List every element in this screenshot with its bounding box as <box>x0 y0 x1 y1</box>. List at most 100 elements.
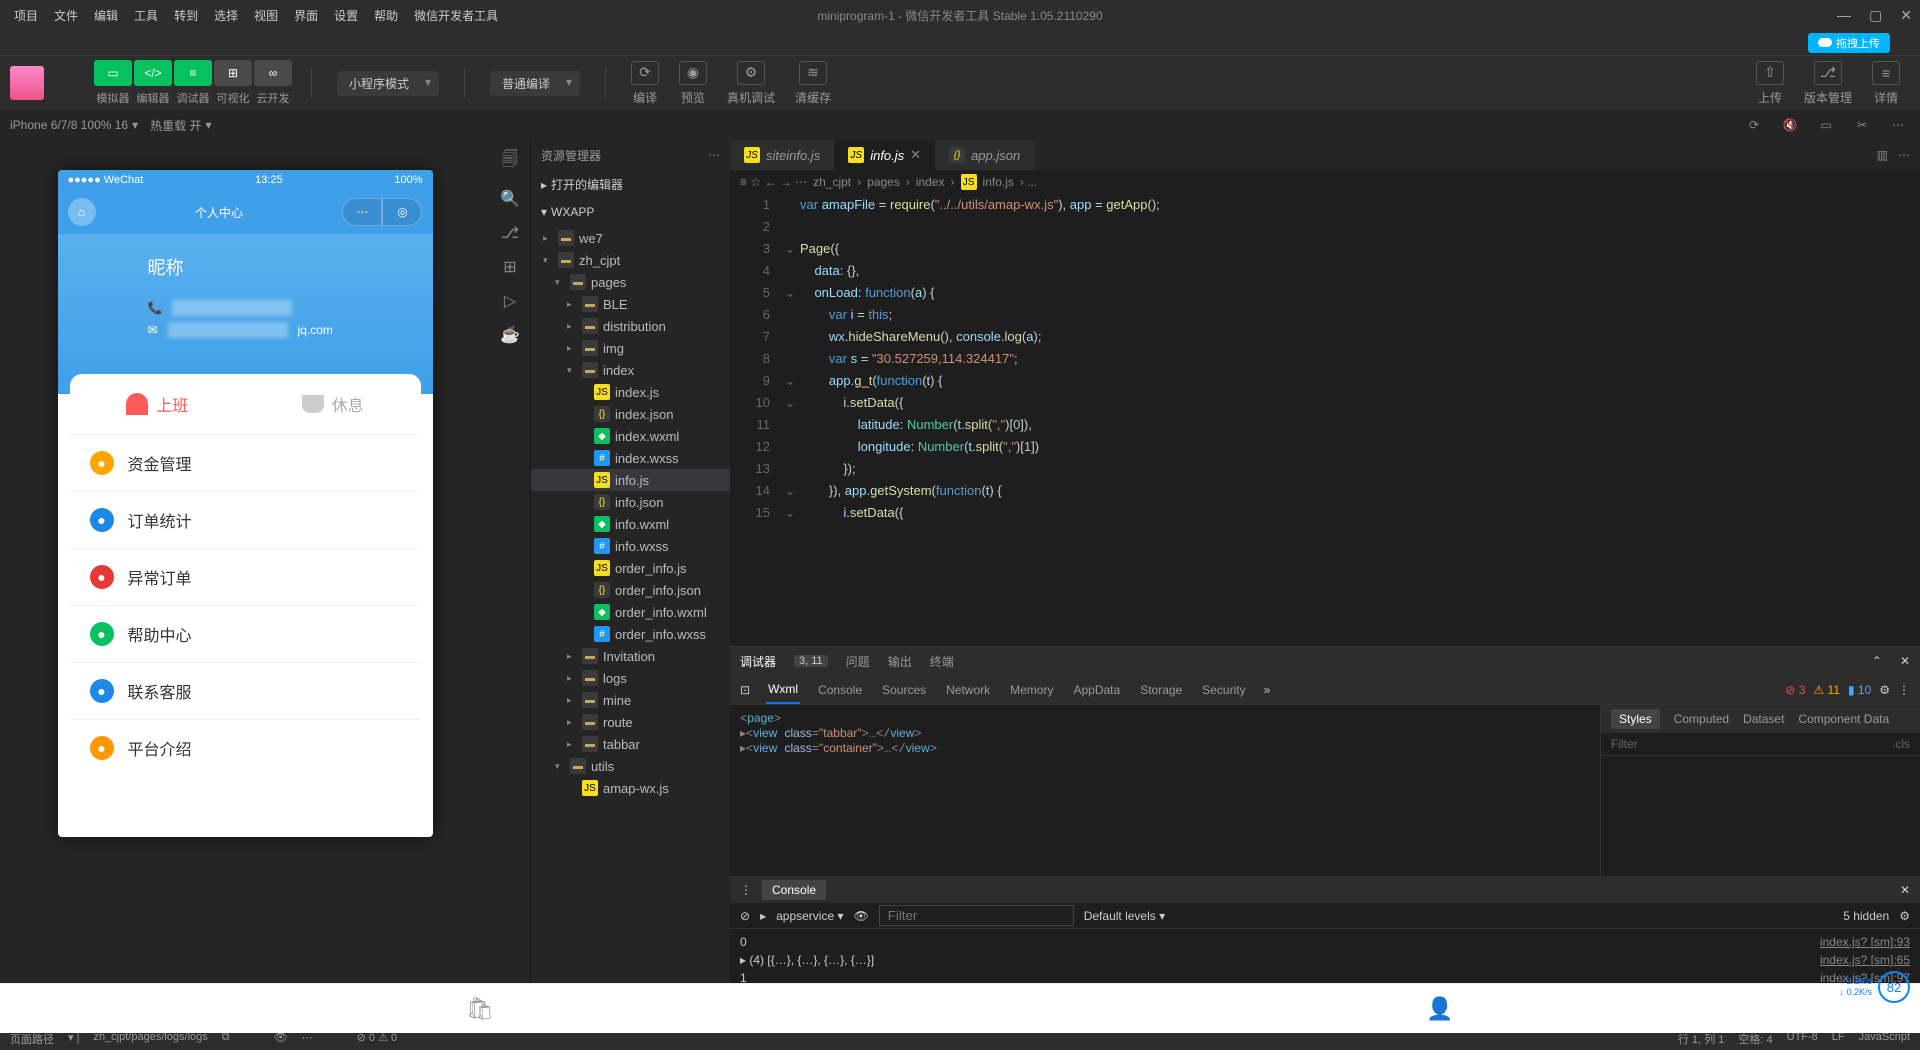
tree-item[interactable]: ▸▬mine <box>531 689 730 711</box>
tree-item[interactable]: {}info.json <box>531 491 730 513</box>
menu-tool[interactable]: 工具 <box>128 3 164 28</box>
menu-settings[interactable]: 设置 <box>328 3 364 28</box>
list-item[interactable]: ●联系客服 <box>70 662 421 719</box>
clear-cache-icon[interactable]: ≋ <box>799 61 827 85</box>
compile-select[interactable]: 普通编译 <box>490 71 580 96</box>
console-row[interactable]: ▸ (4) [{…}, {…}, {…}, {…}]index.js? [sm]… <box>740 951 1910 969</box>
devtools-storage[interactable]: Storage <box>1138 677 1184 703</box>
menu-select[interactable]: 选择 <box>208 3 244 28</box>
console-context[interactable]: appservice ▾ <box>776 909 843 923</box>
breadcrumb[interactable]: ≡ ☆ ← → ⋯ zh_cjpt › pages › index › JS i… <box>730 170 1920 194</box>
panel-close-icon[interactable]: ✕ <box>1900 654 1910 668</box>
refresh-icon[interactable]: ⟳ <box>1742 115 1766 135</box>
debugger-tab[interactable]: 调试器 <box>740 653 776 670</box>
tab-close-icon[interactable]: ✕ <box>910 147 921 163</box>
tree-item[interactable]: JSinfo.js <box>531 469 730 491</box>
capsule-close-icon[interactable]: ◎ <box>382 198 422 226</box>
cloud-button[interactable]: ∞ <box>254 60 292 86</box>
tree-item[interactable]: ▸▬img <box>531 337 730 359</box>
component-data-tab[interactable]: Component Data <box>1798 712 1889 726</box>
devtools-menu-icon[interactable]: ⋮ <box>1898 683 1910 697</box>
more-icon[interactable]: ⋯ <box>1886 115 1910 135</box>
visualize-button[interactable]: ⊞ <box>214 60 252 86</box>
menu-ui[interactable]: 界面 <box>288 3 324 28</box>
performance-widget[interactable]: ↑ 2.1K/s↓ 0.2K/s 82 <box>1839 971 1910 1003</box>
tree-item[interactable]: ▸▬logs <box>531 667 730 689</box>
styles-filter[interactable]: Filter <box>1611 737 1638 751</box>
console-row[interactable]: 0index.js? [sm]:93 <box>740 933 1910 951</box>
cls-toggle[interactable]: .cls <box>1892 737 1910 751</box>
files-icon[interactable]: 🗐 <box>502 148 518 175</box>
problems-tab[interactable]: 问题 <box>846 653 870 670</box>
tab-work[interactable]: 上班 <box>70 374 246 434</box>
list-item[interactable]: ●资金管理 <box>70 434 421 491</box>
tree-item[interactable]: #order_info.wxss <box>531 623 730 645</box>
tree-item[interactable]: ▸▬tabbar <box>531 733 730 755</box>
open-editors-section[interactable]: ▸ 打开的编辑器 <box>531 170 730 199</box>
hidden-count[interactable]: 5 hidden <box>1843 909 1889 923</box>
menu-help[interactable]: 帮助 <box>368 3 404 28</box>
debugger-button[interactable]: ≡ <box>174 60 212 86</box>
tree-item[interactable]: ◆order_info.wxml <box>531 601 730 623</box>
devtools-appdata[interactable]: AppData <box>1071 677 1122 703</box>
tree-item[interactable]: JSindex.js <box>531 381 730 403</box>
extensions-icon[interactable]: ⊞ <box>503 257 516 277</box>
upload-icon[interactable]: ⇧ <box>1756 61 1784 85</box>
tree-item[interactable]: ◆info.wxml <box>531 513 730 535</box>
devtools-sources[interactable]: Sources <box>880 677 928 703</box>
tree-item[interactable]: ▸▬distribution <box>531 315 730 337</box>
console-filter-input[interactable] <box>879 905 1074 926</box>
menu-wechat-devtools[interactable]: 微信开发者工具 <box>408 3 504 28</box>
devtools-settings-icon[interactable]: ⚙ <box>1879 683 1890 697</box>
split-editor-icon[interactable]: ▥ <box>1877 148 1888 162</box>
clear-console-icon[interactable]: ⊘ <box>740 909 750 923</box>
info-count[interactable]: ▮ 10 <box>1848 683 1871 697</box>
list-item[interactable]: ●订单统计 <box>70 491 421 548</box>
hot-icon[interactable]: ☕ <box>500 325 520 345</box>
styles-tab[interactable]: Styles <box>1611 709 1660 729</box>
tab-info[interactable]: JSinfo.js✕ <box>834 140 935 170</box>
menu-goto[interactable]: 转到 <box>168 3 204 28</box>
devtools-wxml[interactable]: Wxml <box>766 676 800 704</box>
debug-icon[interactable]: ▷ <box>504 291 516 311</box>
maximize-icon[interactable]: ▢ <box>1869 7 1882 24</box>
home-icon[interactable]: ⌂ <box>68 198 96 226</box>
console-top-icon[interactable]: ▸ <box>760 909 766 923</box>
tree-item[interactable]: JSamap-wx.js <box>531 777 730 799</box>
panel-up-icon[interactable]: ⌃ <box>1872 654 1882 668</box>
console-settings-icon[interactable]: ⚙ <box>1899 909 1910 923</box>
list-item[interactable]: ●帮助中心 <box>70 605 421 662</box>
tree-item[interactable]: {}index.json <box>531 403 730 425</box>
devtools-network[interactable]: Network <box>944 677 992 703</box>
tree-item[interactable]: ◆index.wxml <box>531 425 730 447</box>
menu-view[interactable]: 视图 <box>248 3 284 28</box>
hot-reload-select[interactable]: 热重载 开 ▾ <box>150 117 211 134</box>
editor-button[interactable]: </> <box>134 60 172 86</box>
console-close-icon[interactable]: ✕ <box>1900 883 1910 897</box>
simulator-button[interactable]: ▭ <box>94 60 132 86</box>
tab-rest[interactable]: 休息 <box>245 374 421 434</box>
detail-icon[interactable]: ≡ <box>1872 61 1900 85</box>
compile-icon[interactable]: ⟳ <box>631 61 659 85</box>
wxml-tree[interactable]: <page> ▸<view class="tabbar">…</view> ▸<… <box>730 705 1600 876</box>
editor-more-icon[interactable]: ⋯ <box>1898 148 1910 162</box>
error-count[interactable]: ⊘ 3 <box>1785 683 1805 697</box>
warning-count[interactable]: ⚠ 11 <box>1813 683 1840 697</box>
minimize-icon[interactable]: — <box>1837 7 1851 24</box>
menu-file[interactable]: 文件 <box>48 3 84 28</box>
code-editor[interactable]: 123456789101112131415 ⌄⌄⌄⌄⌄⌄ var amapFil… <box>730 194 1920 646</box>
tree-item[interactable]: ▸▬Invitation <box>531 645 730 667</box>
device-icon[interactable]: ▭ <box>1814 115 1838 135</box>
output-tab[interactable]: 输出 <box>888 653 912 670</box>
menu-edit[interactable]: 编辑 <box>88 3 124 28</box>
tree-item[interactable]: JSorder_info.js <box>531 557 730 579</box>
tree-item[interactable]: ▾▬pages <box>531 271 730 293</box>
tree-item[interactable]: #info.wxss <box>531 535 730 557</box>
tree-item[interactable]: ▸▬we7 <box>531 227 730 249</box>
user-avatar[interactable] <box>10 66 44 100</box>
device-select[interactable]: iPhone 6/7/8 100% 16 ▾ <box>10 118 138 132</box>
tree-item[interactable]: ▸▬route <box>531 711 730 733</box>
tree-item[interactable]: ▸▬BLE <box>531 293 730 315</box>
mode-select[interactable]: 小程序模式 <box>337 71 439 96</box>
list-item[interactable]: ●平台介绍 <box>70 719 421 776</box>
